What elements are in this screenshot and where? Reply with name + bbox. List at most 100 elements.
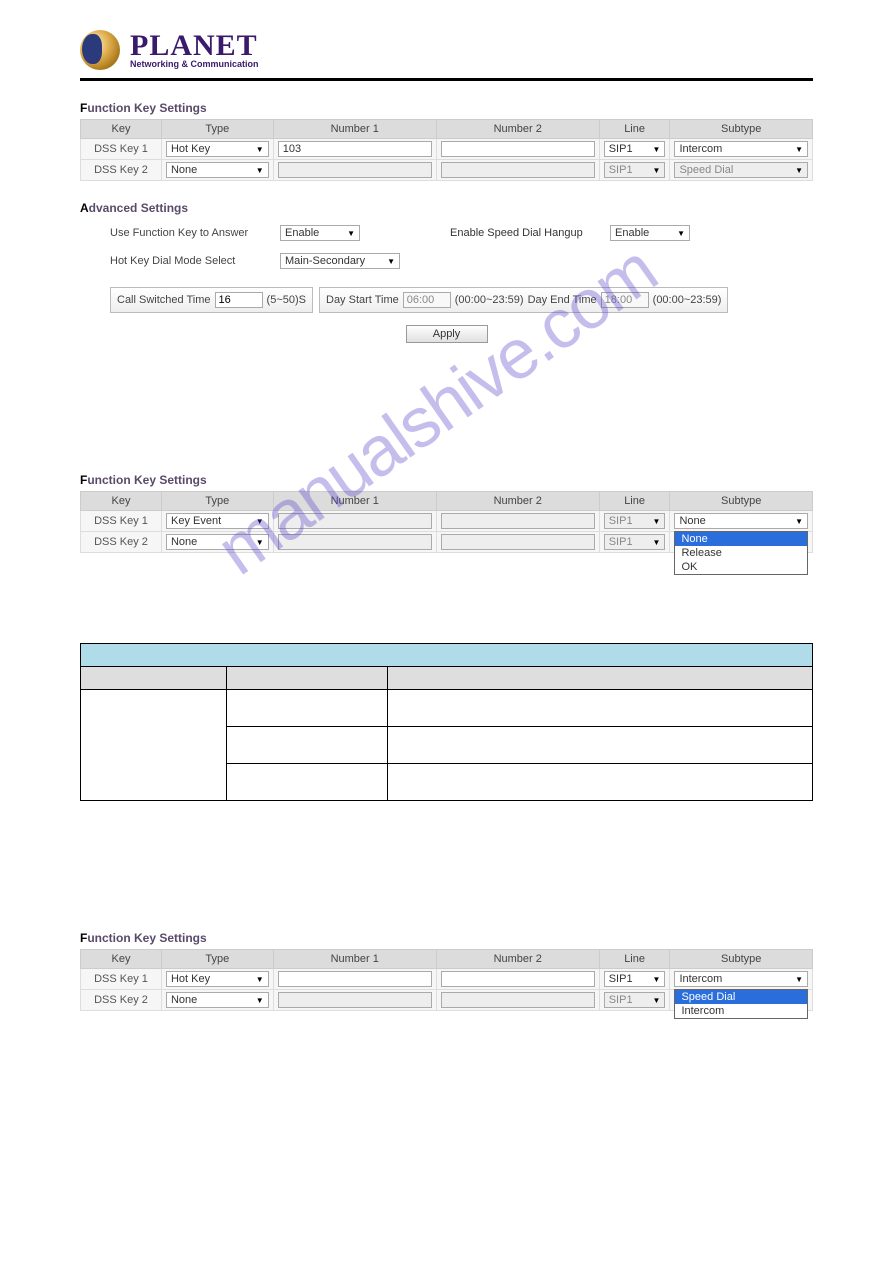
type-select[interactable]: None▼ — [166, 162, 269, 178]
line-select[interactable]: SIP1▼ — [604, 141, 666, 157]
logo-row: PLANET Networking & Communication — [80, 30, 813, 81]
subtype-dropdown[interactable]: Speed Dial Intercom — [674, 989, 808, 1019]
header-line: Line — [599, 120, 670, 139]
day-start-label: Day Start Time — [326, 294, 399, 306]
day-range1: (00:00~23:59) — [455, 294, 524, 306]
type-select[interactable]: None▼ — [166, 992, 269, 1008]
use-fk-answer-label: Use Function Key to Answer — [110, 227, 280, 239]
logo-tagline: Networking & Communication — [130, 59, 259, 69]
number1-input[interactable]: 103 — [278, 141, 432, 157]
chevron-down-icon: ▼ — [795, 145, 803, 154]
chevron-down-icon: ▼ — [256, 538, 264, 547]
dropdown-option[interactable]: Speed Dial — [675, 990, 807, 1004]
chevron-down-icon: ▼ — [256, 145, 264, 154]
chevron-down-icon: ▼ — [256, 166, 264, 175]
chevron-down-icon: ▼ — [795, 517, 803, 526]
header-num1: Number 1 — [273, 120, 436, 139]
speed-dial-hangup-select[interactable]: Enable▼ — [610, 225, 690, 241]
dropdown-option[interactable]: Release — [675, 546, 807, 560]
header-subtype: Subtype — [670, 120, 813, 139]
line-select: SIP1▼ — [604, 992, 666, 1008]
number2-input — [441, 534, 595, 550]
number1-input — [278, 992, 432, 1008]
hotkey-mode-label: Hot Key Dial Mode Select — [110, 255, 280, 267]
section-title-fk2: Function Key Settings — [80, 473, 813, 487]
day-time-group: Day Start Time 06:00 (00:00~23:59) Day E… — [319, 287, 728, 313]
number2-input — [441, 513, 595, 529]
section-title-fk3: Function Key Settings — [80, 931, 813, 945]
header-line: Line — [599, 950, 670, 969]
chevron-down-icon: ▼ — [795, 975, 803, 984]
type-select[interactable]: Key Event▼ — [166, 513, 269, 529]
chevron-down-icon: ▼ — [795, 166, 803, 175]
chevron-down-icon: ▼ — [387, 257, 395, 266]
description-table — [80, 643, 813, 801]
call-switched-group: Call Switched Time 16 (5~50)S — [110, 287, 313, 313]
fk-table-2: Key Type Number 1 Number 2 Line Subtype … — [80, 491, 813, 553]
type-select[interactable]: Hot Key▼ — [166, 141, 269, 157]
line-select: SIP1▼ — [604, 534, 666, 550]
number2-input[interactable] — [441, 971, 595, 987]
speed-dial-hangup-label: Enable Speed Dial Hangup — [450, 227, 610, 239]
table-row: DSS Key 1 Hot Key▼ 103 SIP1▼ Intercom▼ — [81, 139, 813, 160]
number2-input — [441, 162, 595, 178]
type-select[interactable]: Hot Key▼ — [166, 971, 269, 987]
chevron-down-icon: ▼ — [677, 229, 685, 238]
header-num1: Number 1 — [273, 950, 436, 969]
table-row: DSS Key 1 Hot Key▼ SIP1▼ Intercom▼ Speed… — [81, 969, 813, 990]
subtype-select[interactable]: None▼ — [674, 513, 808, 529]
key-label: DSS Key 2 — [81, 990, 162, 1011]
dropdown-option[interactable]: OK — [675, 560, 807, 574]
chevron-down-icon: ▼ — [256, 975, 264, 984]
line-select: SIP1▼ — [604, 162, 666, 178]
chevron-down-icon: ▼ — [653, 996, 661, 1005]
header-type: Type — [161, 492, 273, 511]
number1-input — [278, 162, 432, 178]
dropdown-option[interactable]: None — [675, 532, 807, 546]
day-end-input[interactable]: 18:00 — [601, 292, 649, 308]
table-row: DSS Key 1 Key Event▼ SIP1▼ None▼ None Re… — [81, 511, 813, 532]
call-switched-input[interactable]: 16 — [215, 292, 263, 308]
chevron-down-icon: ▼ — [256, 517, 264, 526]
call-switched-label: Call Switched Time — [117, 294, 211, 306]
header-subtype: Subtype — [670, 492, 813, 511]
use-fk-answer-select[interactable]: Enable▼ — [280, 225, 360, 241]
type-select[interactable]: None▼ — [166, 534, 269, 550]
header-key: Key — [81, 950, 162, 969]
line-select[interactable]: SIP1▼ — [604, 971, 666, 987]
header-key: Key — [81, 120, 162, 139]
subtype-dropdown[interactable]: None Release OK — [674, 531, 808, 575]
section-title-fk1: Function Key Settings — [80, 101, 813, 115]
hotkey-mode-select[interactable]: Main-Secondary▼ — [280, 253, 400, 269]
number2-input[interactable] — [441, 141, 595, 157]
logo-icon — [80, 30, 120, 70]
header-type: Type — [161, 950, 273, 969]
header-num1: Number 1 — [273, 492, 436, 511]
day-range2: (00:00~23:59) — [653, 294, 722, 306]
header-line: Line — [599, 492, 670, 511]
header-type: Type — [161, 120, 273, 139]
call-switched-range: (5~50)S — [267, 294, 306, 306]
day-start-input[interactable]: 06:00 — [403, 292, 451, 308]
number1-input — [278, 513, 432, 529]
header-key: Key — [81, 492, 162, 511]
number1-input[interactable] — [278, 971, 432, 987]
key-label: DSS Key 1 — [81, 969, 162, 990]
subtype-select[interactable]: Intercom▼ — [674, 971, 808, 987]
apply-button[interactable]: Apply — [406, 325, 488, 343]
chevron-down-icon: ▼ — [653, 538, 661, 547]
line-select: SIP1▼ — [604, 513, 666, 529]
table-row: DSS Key 2 None▼ SIP1▼ Speed Dial▼ — [81, 160, 813, 181]
subtype-select: Speed Dial▼ — [674, 162, 808, 178]
fk-table-3: Key Type Number 1 Number 2 Line Subtype … — [80, 949, 813, 1011]
subtype-select[interactable]: Intercom▼ — [674, 141, 808, 157]
dropdown-option[interactable]: Intercom — [675, 1004, 807, 1018]
header-num2: Number 2 — [436, 492, 599, 511]
logo-brand: PLANET — [130, 32, 259, 59]
header-num2: Number 2 — [436, 950, 599, 969]
chevron-down-icon: ▼ — [256, 996, 264, 1005]
key-label: DSS Key 2 — [81, 160, 162, 181]
section-title-adv: Advanced Settings — [80, 201, 813, 215]
day-end-label: Day End Time — [528, 294, 597, 306]
number1-input — [278, 534, 432, 550]
